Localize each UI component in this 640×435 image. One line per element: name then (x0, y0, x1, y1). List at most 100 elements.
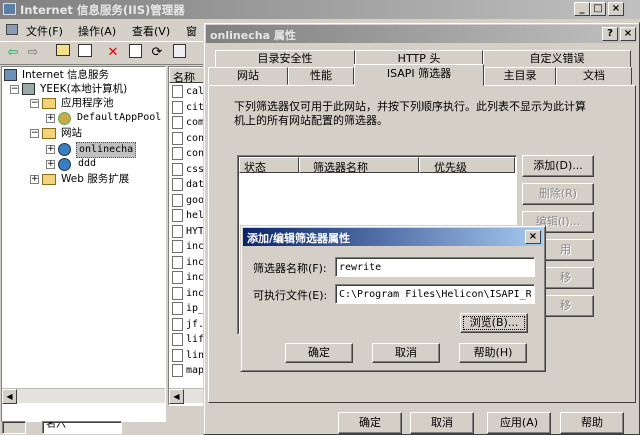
list-item[interactable]: com (186, 116, 204, 129)
ok-button[interactable]: 确定 (338, 412, 402, 434)
list-item[interactable]: goo (186, 194, 204, 207)
properties-icon[interactable] (126, 44, 144, 62)
column-priority[interactable]: 优先级 (419, 157, 515, 174)
scroll-left-arrow-icon[interactable]: ◀ (2, 389, 17, 404)
status-field: 名六 (42, 421, 122, 434)
file-icon (172, 100, 183, 114)
list-item[interactable]: hel (186, 209, 204, 222)
help-button[interactable]: ? (602, 27, 618, 41)
delete-icon[interactable]: ✕ (104, 44, 122, 62)
file-icon (172, 364, 183, 377)
collapse-icon[interactable]: − (30, 129, 39, 138)
cancel-button[interactable]: 取消 (410, 412, 474, 434)
iis-maximize-button[interactable]: □ (590, 2, 606, 16)
menu-view[interactable]: 查看(V) (132, 23, 170, 39)
filter-name-input[interactable] (335, 257, 535, 277)
dialog-title-bar[interactable]: 添加/编辑筛选器属性 × (243, 228, 543, 246)
collapse-icon[interactable]: − (10, 85, 19, 94)
menu-action[interactable]: 操作(A) (78, 23, 116, 39)
file-icon (172, 302, 183, 315)
file-icon (172, 348, 183, 362)
tab-directory-security[interactable]: 目录安全性 (215, 50, 355, 68)
tree-app-pools-label: 应用程序池 (61, 97, 114, 109)
browse-button[interactable]: 浏览(B)... (460, 313, 528, 333)
list-horizontal-scrollbar[interactable]: ◀ (169, 388, 207, 404)
tab-custom-errors[interactable]: 自定义错误 (483, 50, 631, 68)
iis-minimize-button[interactable]: _ (574, 2, 590, 16)
properties-title-bar[interactable]: onlinecha 属性 ? × (206, 25, 637, 43)
help-footer-button[interactable]: 帮助 (560, 412, 624, 434)
file-icon (172, 224, 183, 238)
column-status-label: 状态 (244, 161, 266, 174)
column-status[interactable]: 状态 (239, 157, 299, 174)
list-item[interactable]: css (186, 163, 204, 176)
tree-horizontal-scrollbar[interactable]: ◀ (2, 388, 165, 404)
list-item[interactable]: cal (186, 85, 204, 98)
list-item[interactable]: cit (186, 101, 204, 114)
tree-site-onlinecha-label: onlinecha (76, 142, 137, 158)
list-item[interactable]: inc (186, 240, 204, 253)
collapse-icon[interactable]: − (30, 99, 39, 108)
list-item[interactable]: HYT (186, 225, 204, 238)
dialog-help-button[interactable]: 帮助(H) (459, 343, 527, 363)
list-header-label: 名称 (173, 71, 195, 84)
forward-icon[interactable]: ⇨ (24, 44, 42, 62)
tree-web-extensions-label: Web 服务扩展 (61, 173, 130, 185)
list-item[interactable]: jf. (186, 318, 204, 331)
tab-isapi-filters[interactable]: ISAPI 筛选器 (354, 64, 484, 86)
executable-label: 可执行文件(E): (253, 289, 328, 302)
list-item[interactable]: con (186, 147, 204, 160)
expand-icon[interactable]: + (46, 114, 55, 123)
file-icon (172, 255, 183, 269)
tab-home-directory[interactable]: 主目录 (484, 67, 556, 85)
folder-icon (42, 128, 56, 139)
add-filter-dialog: 添加/编辑筛选器属性 × 筛选器名称(F): 可执行文件(E): 浏览(B)..… (240, 225, 546, 372)
close-button[interactable]: × (620, 27, 636, 41)
tab-performance[interactable]: 性能 (288, 67, 354, 85)
list-item[interactable]: con (186, 132, 204, 145)
file-icon (172, 240, 183, 253)
tab-website[interactable]: 网站 (208, 67, 288, 85)
expand-icon[interactable]: + (46, 160, 55, 169)
apply-button[interactable]: 应用(A) (487, 412, 551, 434)
list-item[interactable]: inc (186, 271, 204, 284)
add-filter-button[interactable]: 添加(D)... (522, 155, 594, 177)
list-item[interactable]: inc (186, 256, 204, 269)
expand-icon[interactable]: + (30, 175, 39, 184)
folder-icon (42, 98, 56, 109)
file-icon (172, 193, 183, 207)
tree-default-app-pool-label: DefaultAppPool (77, 112, 162, 123)
dialog-close-button[interactable]: × (525, 230, 541, 244)
refresh-icon[interactable]: ⟳ (148, 44, 166, 62)
iis-menu-bar: 文件(F) 操作(A) 查看(V) 窗 (0, 20, 210, 40)
list-item[interactable]: ip_ (186, 302, 204, 315)
iis-app-icon (3, 3, 16, 15)
list-column-header[interactable]: 名称 (169, 67, 207, 84)
list-item[interactable]: lif (186, 333, 204, 346)
scroll-left-arrow-icon[interactable]: ◀ (169, 389, 184, 404)
menu-file[interactable]: 文件(F) (26, 23, 63, 39)
up-folder-icon[interactable] (54, 44, 72, 62)
dialog-cancel-button[interactable]: 取消 (372, 343, 440, 363)
show-tree-icon[interactable] (76, 44, 94, 62)
column-filter-name[interactable]: 筛选器名称 (299, 157, 419, 174)
tab-documents[interactable]: 文档 (556, 67, 632, 85)
expand-icon[interactable]: + (46, 145, 55, 154)
list-item[interactable]: inc (186, 287, 204, 300)
executable-path-input[interactable] (335, 284, 535, 304)
file-icon (172, 131, 183, 145)
list-item[interactable]: lin (186, 349, 204, 362)
status-field (2, 421, 26, 434)
tree-site-ddd-label: ddd (78, 158, 97, 169)
export-icon[interactable] (170, 44, 188, 62)
iis-status-bar: 名六 (0, 420, 210, 435)
back-icon[interactable]: ⇦ (4, 44, 22, 62)
iis-title-bar[interactable]: Internet 信息服务(IIS)管理器 _ □ × (0, 0, 640, 19)
menu-window[interactable]: 窗 (186, 23, 197, 39)
iis-close-button[interactable]: × (608, 2, 624, 16)
list-item[interactable]: dat (186, 178, 204, 191)
dialog-ok-button[interactable]: 确定 (285, 343, 353, 363)
properties-title: onlinecha 属性 (210, 29, 296, 42)
remove-filter-button[interactable]: 删除(R) (522, 183, 594, 205)
list-item[interactable]: map (186, 364, 204, 377)
